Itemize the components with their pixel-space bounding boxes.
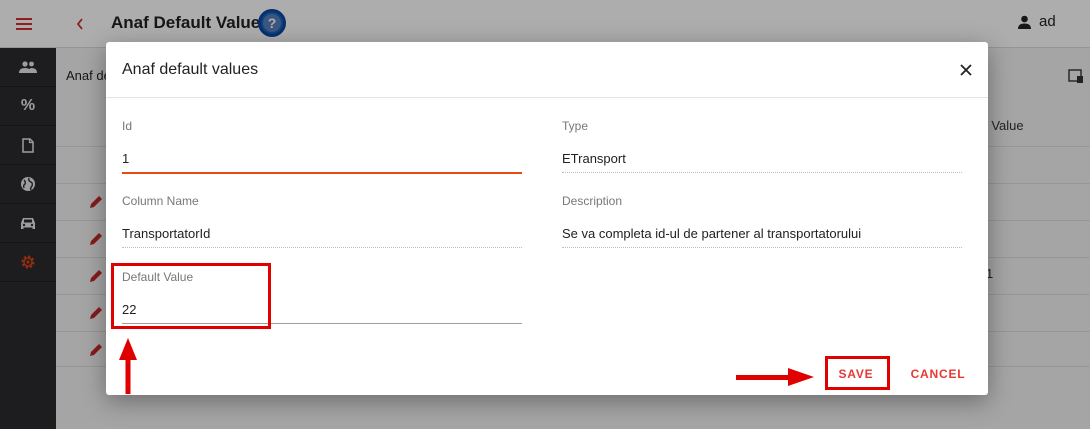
- id-underline: [122, 172, 522, 174]
- type-input[interactable]: ETransport: [562, 151, 962, 169]
- column-name-underline: [122, 247, 522, 248]
- close-icon: [960, 64, 972, 76]
- type-label: Type: [562, 119, 589, 133]
- highlight-box-save: [825, 356, 890, 390]
- highlight-box-default-value: [111, 263, 271, 329]
- description-underline: [562, 247, 962, 248]
- type-underline: [562, 172, 962, 173]
- cancel-button[interactable]: CANCEL: [902, 358, 974, 390]
- id-field[interactable]: Id 1: [122, 119, 522, 174]
- description-input[interactable]: Se va completa id-ul de partener al tran…: [562, 226, 962, 244]
- column-name-field[interactable]: Column Name TransportatorId: [122, 194, 522, 248]
- dialog-title: Anaf default values: [122, 61, 259, 78]
- type-field[interactable]: Type ETransport: [562, 119, 962, 173]
- close-button[interactable]: [957, 61, 975, 79]
- arrow-right-annotation: [736, 368, 814, 386]
- column-name-label: Column Name: [122, 194, 199, 208]
- dialog-header: Anaf default values: [106, 42, 988, 98]
- arrow-up-annotation: [119, 338, 137, 394]
- id-input[interactable]: 1: [122, 151, 522, 169]
- column-name-input[interactable]: TransportatorId: [122, 226, 522, 244]
- description-field[interactable]: Description Se va completa id-ul de part…: [562, 194, 962, 248]
- description-label: Description: [562, 194, 623, 208]
- edit-dialog: Anaf default values Id 1 Type ETransport…: [106, 42, 988, 395]
- id-label: Id: [122, 119, 133, 133]
